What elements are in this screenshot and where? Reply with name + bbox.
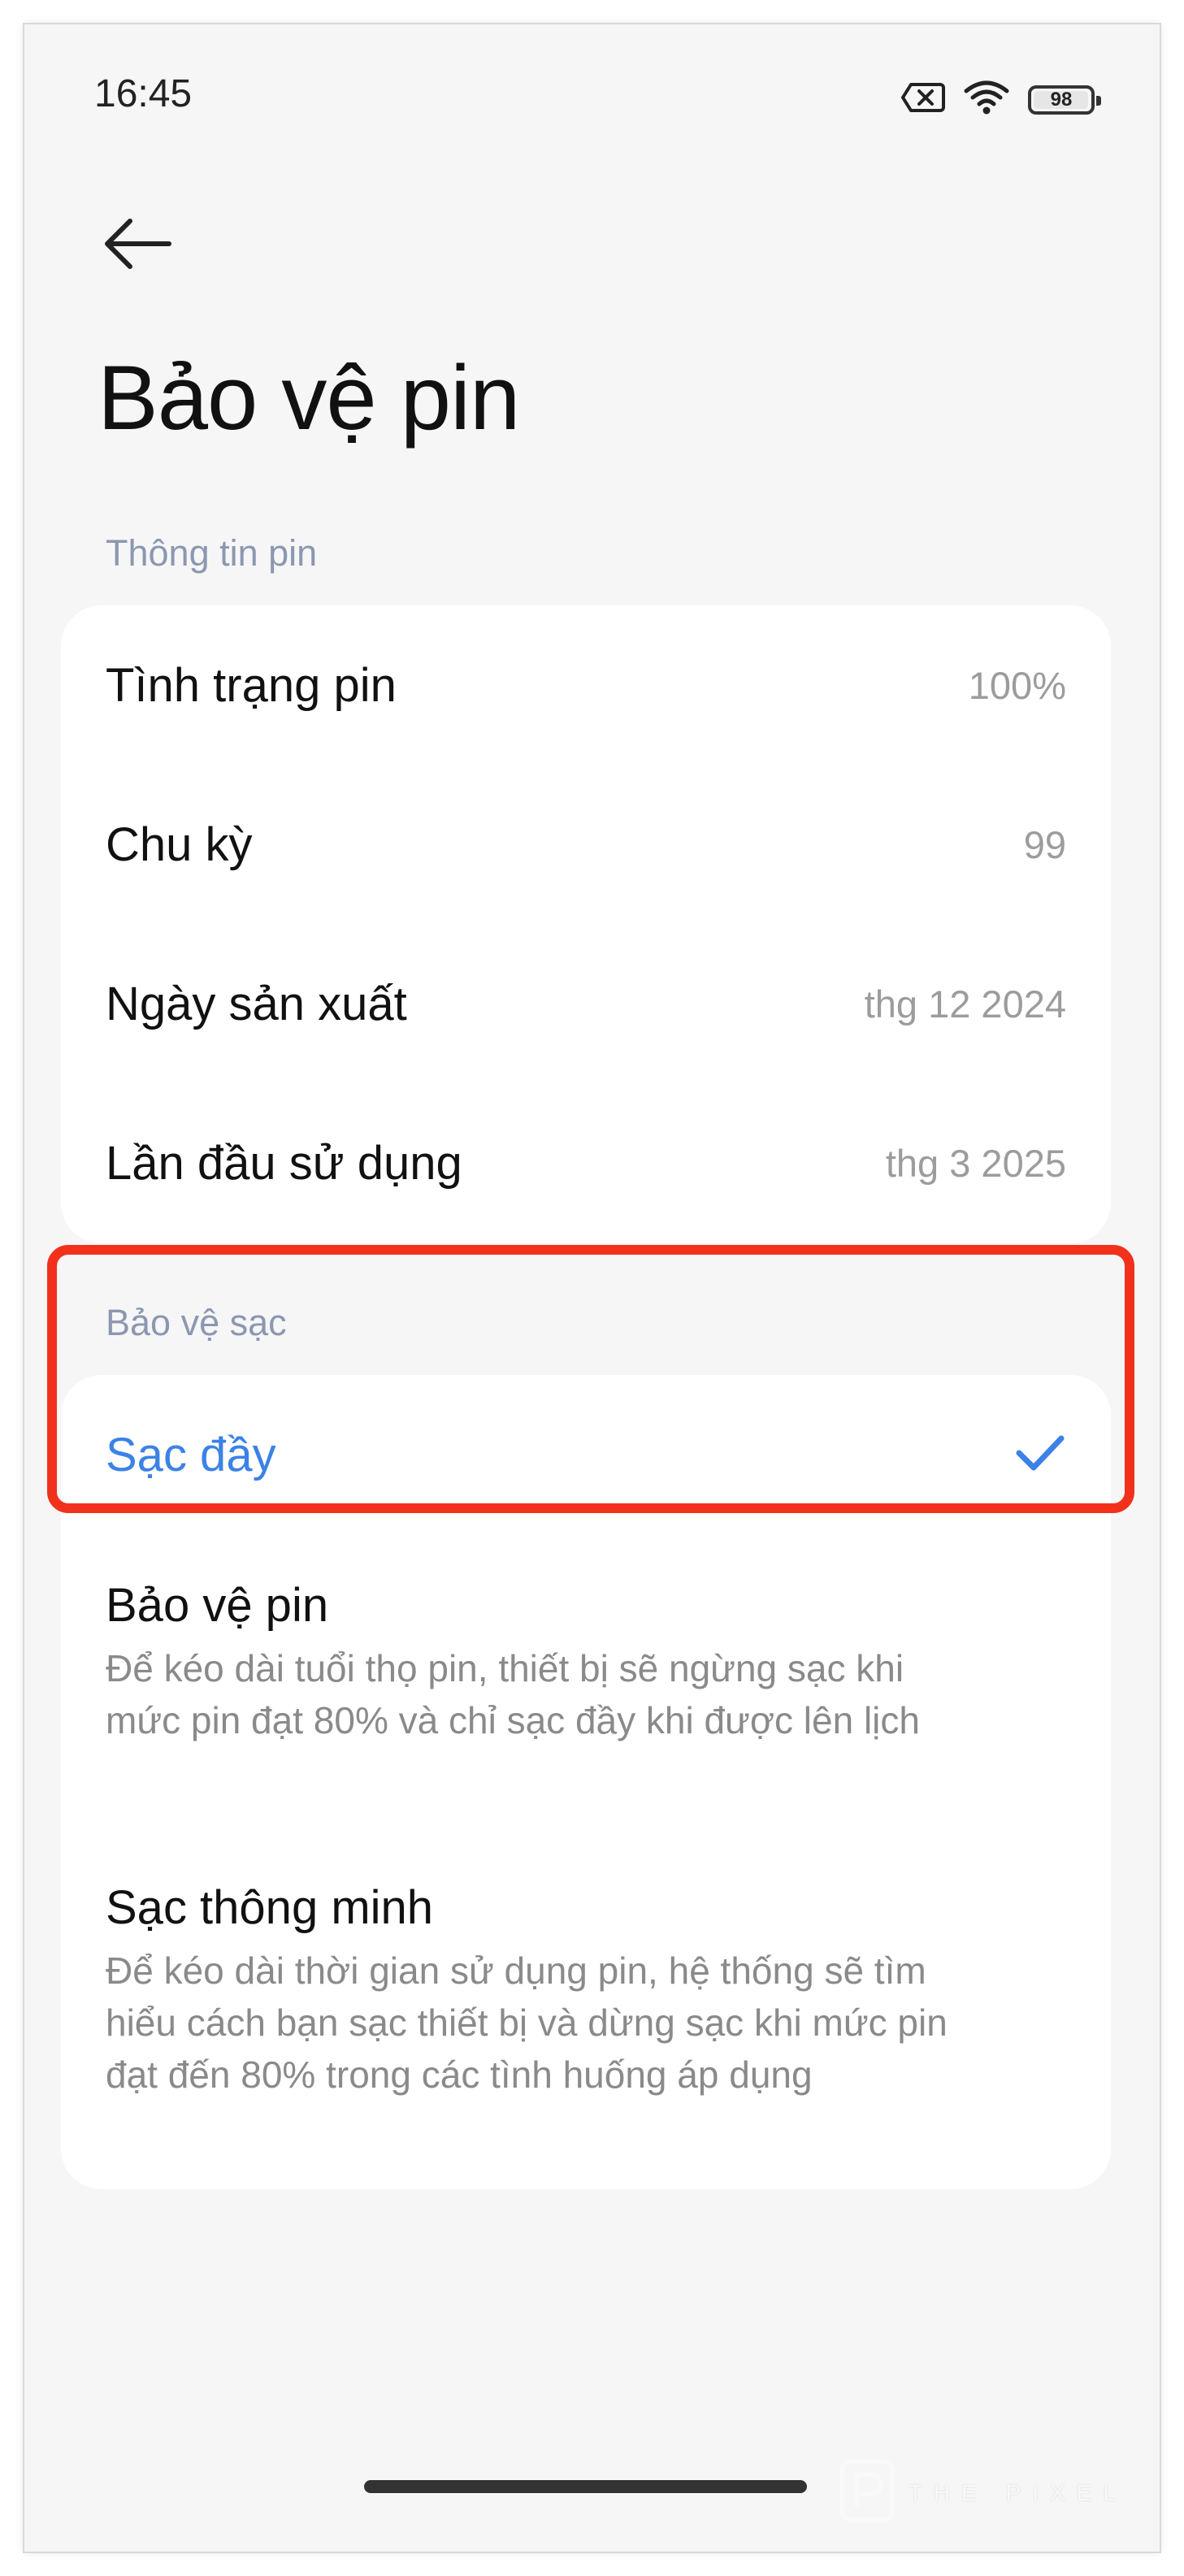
option-description: Để kéo dài thời gian sử dụng pin, hệ thố… [106,1949,948,2096]
cycle-count-row: Chu kỳ 99 [61,765,1111,924]
battery-health-row: Tình trạng pin 100% [61,605,1111,765]
row-value: 100% [968,663,1066,707]
option-label: Sạc đầy [106,1428,276,1481]
section-label-charge-protection: Bảo vệ sạc [106,1302,287,1343]
manufacture-date-row: Ngày sản xuất thg 12 2024 [61,924,1111,1083]
watermark: THE PIXEL [839,2458,1127,2527]
option-battery-protection[interactable]: Bảo vệ pin Để kéo dài tuổi thọ pin, thiế… [106,1578,973,1746]
option-title: Sạc thông minh [106,1881,434,1934]
battery-icon: 98 [1028,85,1101,115]
row-label: Chu kỳ [106,817,253,871]
status-icons: 98 [901,80,1101,119]
home-indicator[interactable] [364,2480,807,2493]
watermark-logo-icon [839,2458,896,2527]
wifi-icon [963,80,1010,119]
option-title: Bảo vệ pin [106,1579,329,1632]
row-label: Tình trạng pin [106,658,397,712]
battery-level: 98 [1050,88,1073,111]
sim-off-icon [901,81,945,118]
watermark-text: THE PIXEL [908,2479,1127,2505]
back-button[interactable] [98,203,179,284]
option-smart-charging[interactable]: Sạc thông minh Để kéo dài thời gian sử d… [106,1880,973,2101]
arrow-left-icon [98,219,179,288]
row-label: Lần đầu sử dụng [106,1136,462,1190]
checkmark-icon [1014,1430,1066,1480]
phone-screen: 16:45 98 Bảo vệ pin Thông tin pin Tình t… [24,24,1160,2552]
first-use-row: Lần đầu sử dụng thg 3 2025 [61,1083,1111,1242]
row-value: thg 3 2025 [885,1141,1066,1185]
charge-protection-card: Sạc đầy Bảo vệ pin Để kéo dài tuổi thọ p… [61,1375,1111,2189]
option-description: Để kéo dài tuổi thọ pin, thiết bị sẽ ngừ… [106,1647,920,1741]
status-bar: 16:45 98 [24,24,1160,171]
section-label-battery-info: Thông tin pin [106,532,318,574]
status-time: 16:45 [94,72,193,115]
row-value: 99 [1023,822,1066,866]
battery-info-card: Tình trạng pin 100% Chu kỳ 99 Ngày sản x… [61,605,1111,1243]
option-full-charge[interactable]: Sạc đầy [61,1375,1111,1534]
page-title: Bảo vệ pin [98,347,520,449]
row-label: Ngày sản xuất [106,977,407,1030]
row-value: thg 12 2024 [864,982,1066,1026]
